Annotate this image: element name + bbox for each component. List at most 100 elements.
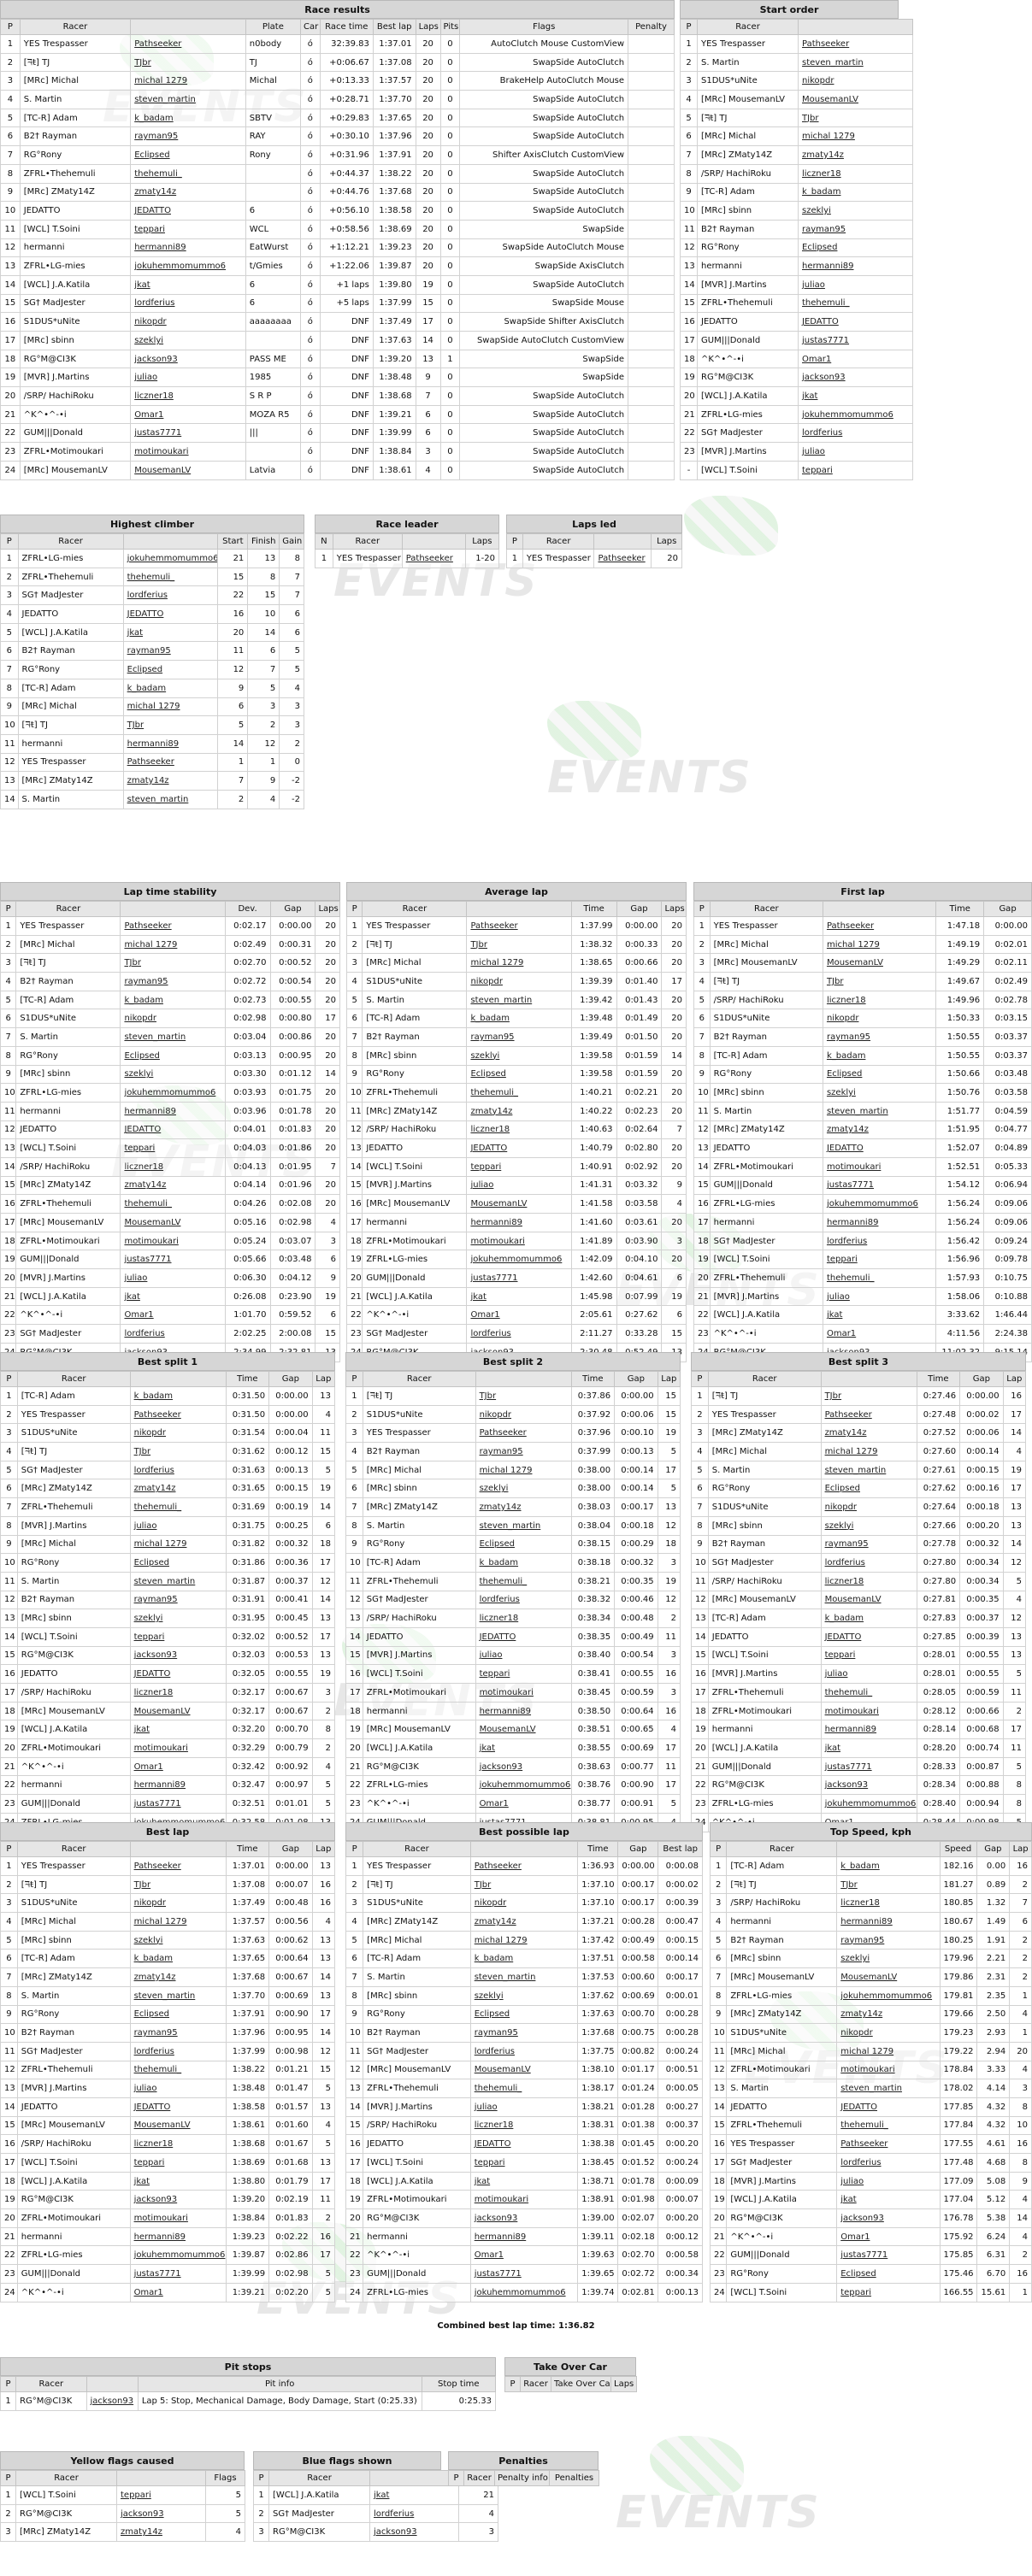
- racer-profile-link[interactable]: teppari: [469, 2153, 579, 2173]
- racer-profile-link[interactable]: jkat: [130, 274, 246, 295]
- racer-profile-link[interactable]: teppari: [129, 2153, 227, 2173]
- racer-profile-link[interactable]: hermanni89: [122, 733, 219, 754]
- racer-profile-link[interactable]: jackson93: [798, 368, 913, 388]
- racer-profile-link[interactable]: steven_martin: [120, 1027, 226, 1047]
- racer-profile-link[interactable]: steven_martin: [129, 1571, 227, 1591]
- racer-profile-link[interactable]: juliao: [798, 442, 913, 462]
- racer-profile-link[interactable]: michal 1279: [469, 1930, 579, 1950]
- racer-profile-link[interactable]: thehemuli_: [130, 163, 246, 184]
- racer-profile-link[interactable]: rayman95: [798, 219, 913, 239]
- racer-profile-link[interactable]: lordferius: [475, 1590, 572, 1610]
- racer-profile-link[interactable]: zmaty14z: [129, 1479, 227, 1499]
- racer-profile-link[interactable]: Omar1: [822, 1324, 937, 1344]
- racer-profile-link[interactable]: jokuhemmomummo6: [820, 1794, 917, 1814]
- racer-profile-link[interactable]: rayman95: [120, 972, 226, 991]
- racer-profile-link[interactable]: jokuhemmomummo6: [130, 256, 246, 276]
- racer-profile-link[interactable]: steven_martin: [129, 1985, 227, 2006]
- racer-profile-link[interactable]: thehemuli_: [129, 2060, 227, 2080]
- racer-profile-link[interactable]: motimoukari: [466, 1231, 572, 1251]
- racer-profile-link[interactable]: lordferius: [130, 293, 246, 314]
- racer-profile-link[interactable]: hermanni89: [475, 1701, 572, 1721]
- racer-profile-link[interactable]: justas7771: [129, 1794, 227, 1814]
- racer-profile-link[interactable]: motimoukari: [469, 2190, 579, 2210]
- racer-profile-link[interactable]: JEDATTO: [130, 201, 246, 221]
- racer-profile-link[interactable]: nikopdr: [130, 312, 246, 332]
- racer-profile-link[interactable]: nikopdr: [120, 1009, 226, 1029]
- racer-profile-link[interactable]: Eclipsed: [822, 1064, 937, 1085]
- racer-profile-link[interactable]: Pathseeker: [820, 1404, 917, 1425]
- racer-profile-link[interactable]: lordferius: [120, 1324, 226, 1344]
- racer-profile-link[interactable]: zmaty14z: [466, 1101, 572, 1121]
- racer-profile-link[interactable]: Eclipsed: [129, 1553, 227, 1573]
- racer-profile-link[interactable]: nikopdr: [822, 1009, 937, 1029]
- racer-profile-link[interactable]: motimoukari: [129, 1738, 227, 1758]
- racer-profile-link[interactable]: Eclipsed: [122, 660, 219, 679]
- racer-profile-link[interactable]: k_badam: [836, 1856, 941, 1876]
- racer-profile-link[interactable]: rayman95: [475, 1442, 572, 1461]
- racer-profile-link[interactable]: Eclipsed: [798, 238, 913, 258]
- racer-profile-link[interactable]: k_badam: [820, 1609, 917, 1628]
- racer-profile-link[interactable]: Pathseeker: [129, 1856, 227, 1876]
- racer-profile-link[interactable]: nikopdr: [129, 1423, 227, 1444]
- racer-profile-link[interactable]: zmaty14z: [129, 1967, 227, 1987]
- racer-profile-link[interactable]: Pathseeker: [466, 916, 572, 936]
- racer-profile-link[interactable]: michal 1279: [836, 2041, 941, 2061]
- racer-profile-link[interactable]: Pathseeker: [593, 549, 652, 568]
- racer-profile-link[interactable]: szeklyi: [798, 201, 913, 221]
- racer-profile-link[interactable]: juliao: [822, 1286, 937, 1307]
- racer-profile-link[interactable]: szeklyi: [820, 1515, 917, 1536]
- racer-profile-link[interactable]: jkat: [129, 1720, 227, 1740]
- racer-profile-link[interactable]: lordferius: [466, 1324, 572, 1344]
- racer-profile-link[interactable]: MousemanLV: [469, 2060, 579, 2080]
- racer-profile-link[interactable]: zmaty14z: [822, 1120, 937, 1140]
- racer-profile-link[interactable]: k_badam: [129, 1949, 227, 1969]
- racer-profile-link[interactable]: Pathseeker: [122, 752, 219, 773]
- racer-profile-link[interactable]: Omar1: [798, 349, 913, 369]
- racer-profile-link[interactable]: TJbr: [836, 1874, 941, 1895]
- racer-profile-link[interactable]: JEDATTO: [475, 1626, 572, 1647]
- racer-profile-link[interactable]: jkat: [469, 2171, 579, 2191]
- racer-profile-link[interactable]: justas7771: [120, 1250, 226, 1270]
- racer-profile-link[interactable]: nikopdr: [466, 972, 572, 991]
- racer-profile-link[interactable]: jackson93: [475, 1756, 572, 1777]
- racer-profile-link[interactable]: szeklyi: [129, 1930, 227, 1950]
- racer-profile-link[interactable]: Eclipsed: [820, 1479, 917, 1499]
- racer-profile-link[interactable]: MousemanLV: [129, 2115, 227, 2136]
- racer-profile-link[interactable]: michal 1279: [798, 126, 913, 147]
- racer-profile-link[interactable]: teppari: [130, 219, 246, 239]
- racer-profile-link[interactable]: thehemuli_: [836, 2115, 941, 2136]
- racer-profile-link[interactable]: juliao: [129, 2079, 227, 2098]
- racer-profile-link[interactable]: MousemanLV: [822, 953, 937, 973]
- racer-profile-link[interactable]: steven_martin: [130, 90, 246, 109]
- racer-profile-link[interactable]: juliao: [798, 274, 913, 295]
- racer-profile-link[interactable]: hermanni89: [836, 1912, 941, 1932]
- racer-profile-link[interactable]: justas7771: [469, 2264, 579, 2284]
- racer-profile-link[interactable]: steven_martin: [475, 1515, 572, 1536]
- racer-profile-link[interactable]: juliao: [820, 1664, 917, 1684]
- racer-profile-link[interactable]: nikopdr: [798, 71, 913, 91]
- racer-profile-link[interactable]: hermanni89: [820, 1720, 917, 1740]
- racer-profile-link[interactable]: TJbr: [469, 1874, 579, 1895]
- racer-profile-link[interactable]: Pathseeker: [129, 1404, 227, 1425]
- racer-profile-link[interactable]: lordferius: [129, 2041, 227, 2061]
- racer-profile-link[interactable]: hermanni89: [798, 256, 913, 276]
- racer-profile-link[interactable]: szeklyi: [836, 1949, 941, 1969]
- racer-profile-link[interactable]: k_badam: [122, 678, 219, 698]
- racer-profile-link[interactable]: rayman95: [129, 2023, 227, 2043]
- racer-profile-link[interactable]: Eclipsed: [129, 2004, 227, 2025]
- racer-profile-link[interactable]: motimoukari: [120, 1231, 226, 1251]
- racer-profile-link[interactable]: jackson93: [129, 2190, 227, 2210]
- racer-profile-link[interactable]: jokuhemmomummo6: [466, 1250, 572, 1270]
- racer-profile-link[interactable]: lordferius: [836, 2153, 941, 2173]
- racer-profile-link[interactable]: Pathseeker: [798, 34, 913, 54]
- racer-profile-link[interactable]: JEDATTO: [129, 2097, 227, 2117]
- racer-profile-link[interactable]: teppari: [822, 1250, 937, 1270]
- racer-profile-link[interactable]: jackson93: [820, 1775, 917, 1796]
- racer-profile-link[interactable]: justas7771: [822, 1175, 937, 1196]
- racer-profile-link[interactable]: liczner18: [129, 2134, 227, 2154]
- racer-profile-link[interactable]: nikopdr: [129, 1893, 227, 1914]
- racer-profile-link[interactable]: teppari: [475, 1664, 572, 1684]
- racer-profile-link[interactable]: hermanni89: [822, 1213, 937, 1232]
- racer-profile-link[interactable]: steven_martin: [798, 52, 913, 73]
- racer-profile-link[interactable]: jkat: [369, 2485, 459, 2505]
